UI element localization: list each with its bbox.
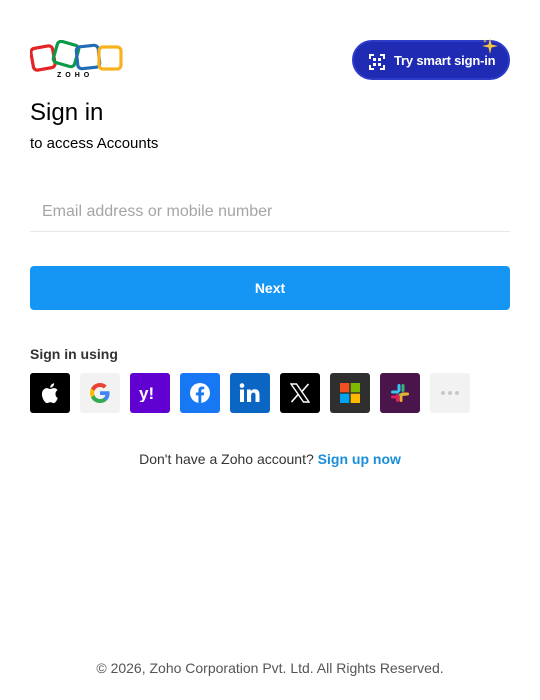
more-icon	[441, 391, 459, 395]
slack-signin-button[interactable]	[380, 373, 420, 413]
more-providers-button[interactable]	[430, 373, 470, 413]
yahoo-icon: y!	[139, 384, 154, 402]
signup-prompt: Don't have a Zoho account?	[139, 451, 314, 467]
page-subtitle: to access Accounts	[30, 135, 159, 152]
google-icon	[90, 383, 110, 403]
microsoft-icon	[340, 383, 360, 403]
signup-prompt-row: Don't have a Zoho account? Sign up now	[0, 451, 540, 467]
signup-link[interactable]: Sign up now	[318, 451, 401, 467]
x-signin-button[interactable]	[280, 373, 320, 413]
linkedin-icon	[239, 383, 260, 402]
zoho-logo: ZOHO	[29, 39, 124, 82]
email-field[interactable]	[30, 192, 510, 232]
yahoo-signin-button[interactable]: y!	[130, 373, 170, 413]
facebook-signin-button[interactable]	[180, 373, 220, 413]
sign-in-using-label: Sign in using	[30, 346, 118, 362]
apple-icon	[41, 383, 58, 404]
linkedin-signin-button[interactable]	[230, 373, 270, 413]
facebook-icon	[190, 383, 210, 403]
x-icon	[290, 383, 310, 403]
next-button[interactable]: Next	[30, 266, 510, 310]
apple-signin-button[interactable]	[30, 373, 70, 413]
smart-signin-label: Try smart sign-in	[394, 53, 496, 68]
footer-copyright: © 2026, Zoho Corporation Pvt. Ltd. All R…	[96, 660, 444, 676]
slack-icon	[391, 384, 409, 402]
sparkle-icon	[482, 38, 498, 54]
microsoft-signin-button[interactable]	[330, 373, 370, 413]
google-signin-button[interactable]	[80, 373, 120, 413]
page-title: Sign in	[30, 99, 104, 126]
qr-scan-icon	[369, 54, 385, 70]
zoho-logo-text: ZOHO	[57, 72, 94, 79]
svg-text:y!: y!	[139, 384, 154, 402]
